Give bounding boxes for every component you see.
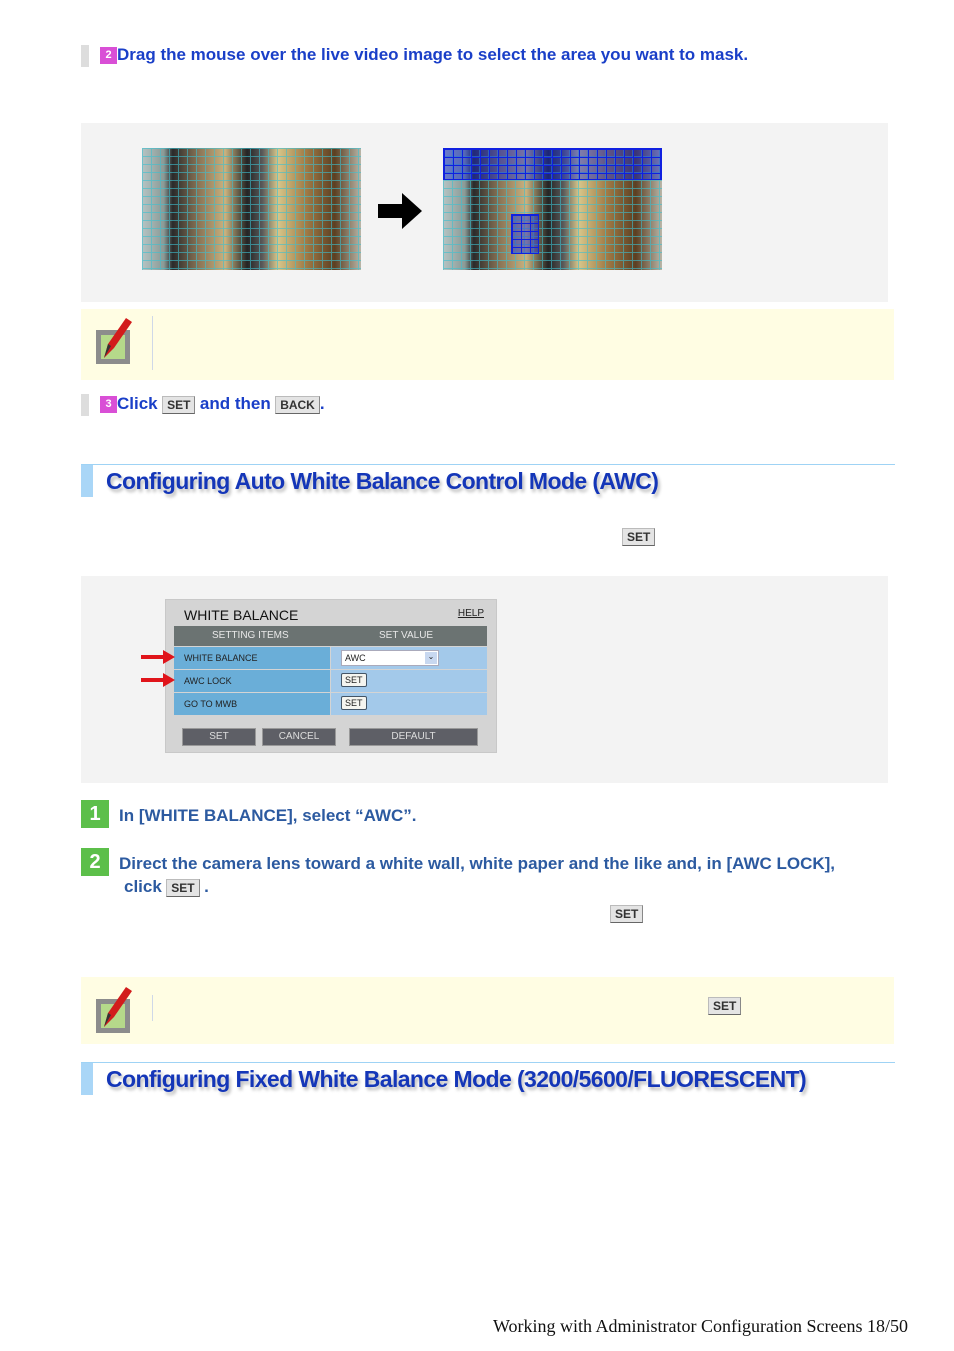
step-text: click — [124, 877, 162, 896]
mask-area-door — [511, 214, 539, 254]
row-awc-lock: AWC LOCK SET — [174, 670, 487, 692]
cancel-button[interactable]: CANCEL — [262, 728, 336, 746]
table-header: SETTING ITEMS SET VALUE — [174, 626, 487, 646]
row-white-balance: WHITE BALANCE AWC ⌄ — [174, 647, 487, 669]
panel-title: WHITE BALANCE — [184, 607, 299, 623]
set-button-graphic: SET — [622, 528, 656, 546]
step-2-mask: 2 Drag the mouse over the live video imag… — [100, 45, 748, 65]
default-button[interactable]: DEFAULT — [349, 728, 478, 746]
step-bar — [81, 45, 89, 67]
set-button-graphic: SET — [708, 997, 742, 1015]
help-link[interactable]: HELP — [458, 608, 484, 619]
col-value: SET VALUE — [379, 630, 434, 641]
red-arrow-icon — [141, 673, 175, 687]
step-1: 1 In [WHITE BALANCE], select “AWC”. — [81, 800, 417, 828]
pencil-note-icon — [96, 318, 132, 364]
step-text: . — [319, 394, 325, 413]
step-text: Direct the camera lens toward a white wa… — [119, 854, 836, 873]
step-number: 3 — [100, 396, 117, 414]
set-button-graphic: SET — [166, 878, 200, 897]
step-text: Drag the mouse over the live video image… — [117, 45, 749, 64]
step-number: 2 — [100, 47, 117, 65]
white-balance-panel: WHITE BALANCE HELP SETTING ITEMS SET VAL… — [165, 599, 497, 753]
video-image-after — [443, 148, 662, 270]
set-button-graphic: SET — [610, 905, 644, 923]
step-text: and then — [199, 394, 271, 413]
heading-text: Configuring Fixed White Balance Mode (32… — [106, 1066, 807, 1092]
chevron-down-icon: ⌄ — [425, 652, 437, 664]
video-image-before — [142, 148, 361, 270]
right-arrow-icon — [378, 193, 422, 229]
step-text: . — [204, 877, 209, 896]
step-number: 2 — [81, 848, 109, 876]
divider — [152, 995, 153, 1021]
white-balance-select[interactable]: AWC ⌄ — [341, 650, 439, 666]
step-text: Click — [117, 394, 158, 413]
set-button[interactable]: SET — [182, 728, 256, 746]
step-2: 2 Direct the camera lens toward a white … — [81, 848, 835, 897]
heading-text: Configuring Auto White Balance Control M… — [106, 468, 659, 494]
step-text: In [WHITE BALANCE], select “AWC”. — [119, 806, 417, 825]
mask-area-top — [443, 148, 662, 180]
note-box — [81, 309, 894, 380]
mask-illustration-panel — [81, 123, 888, 302]
section-heading-fixed: Configuring Fixed White Balance Mode (32… — [81, 1062, 895, 1096]
step-3-mask: 3 Click SET and then BACK. — [100, 394, 325, 414]
page-footer: Working with Administrator Configuration… — [492, 1316, 908, 1336]
red-arrow-icon — [141, 650, 175, 664]
set-button-graphic: SET — [162, 395, 196, 414]
row-label: GO TO MWB — [174, 693, 330, 715]
col-items: SETTING ITEMS — [212, 630, 289, 641]
row-label: WHITE BALANCE — [174, 647, 330, 669]
divider — [152, 316, 153, 370]
row-go-to-mwb: GO TO MWB SET — [174, 693, 487, 715]
pencil-note-icon — [96, 987, 132, 1033]
step-number: 1 — [81, 800, 109, 828]
awc-lock-set-button[interactable]: SET — [341, 673, 367, 687]
row-label: AWC LOCK — [174, 670, 330, 692]
back-button-graphic: BACK — [275, 395, 320, 414]
note-box: SET — [81, 977, 894, 1044]
go-to-mwb-set-button[interactable]: SET — [341, 696, 367, 710]
section-heading-awc: Configuring Auto White Balance Control M… — [81, 464, 895, 498]
step-bar — [81, 394, 89, 416]
